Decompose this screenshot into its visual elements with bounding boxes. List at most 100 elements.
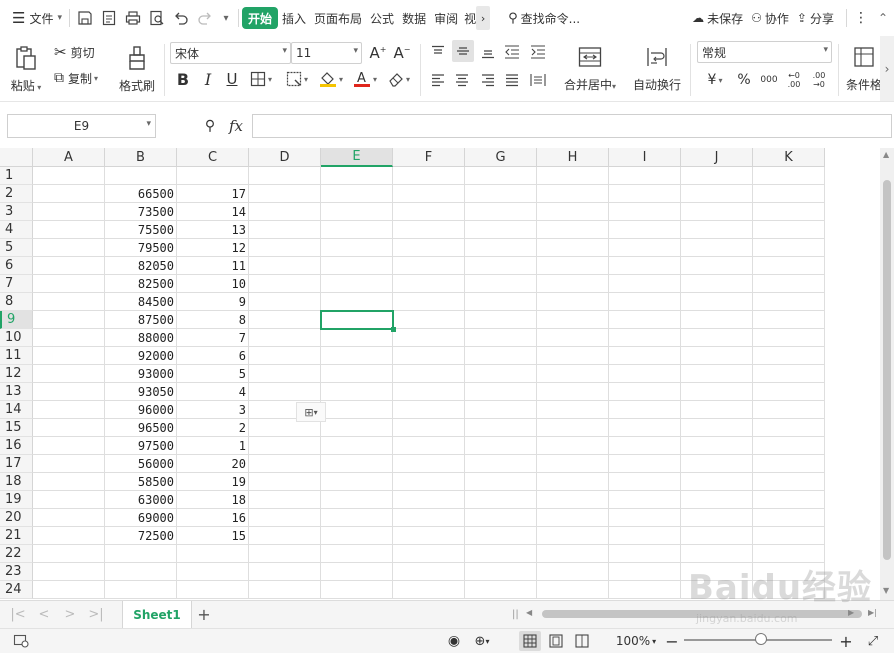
cell-b3[interactable]: 73500 <box>105 203 177 221</box>
fill-color-button[interactable]: ▾ <box>316 68 346 90</box>
cell-i19[interactable] <box>609 491 681 509</box>
insert-function-button[interactable]: fx <box>224 116 248 136</box>
cell-e10[interactable] <box>321 329 393 347</box>
spreadsheet-grid[interactable]: A B C D E F G H I J K 1 2 66500 17 3 73500 14 4 75500 13 5 795… <box>0 148 880 600</box>
cell-d22[interactable] <box>249 545 321 563</box>
next-sheet-button[interactable]: > <box>60 605 80 623</box>
cell-i23[interactable] <box>609 563 681 581</box>
decrease-indent-button[interactable] <box>502 42 522 62</box>
cell-d18[interactable] <box>249 473 321 491</box>
page-break-view-button[interactable] <box>571 631 593 651</box>
cell-i20[interactable] <box>609 509 681 527</box>
row-header-18[interactable]: 18 <box>0 473 33 491</box>
cell-d21[interactable] <box>249 527 321 545</box>
column-header-i[interactable]: I <box>609 148 681 167</box>
cell-j21[interactable] <box>681 527 753 545</box>
cell-d6[interactable] <box>249 257 321 275</box>
column-header-a[interactable]: A <box>33 148 105 167</box>
cell-a4[interactable] <box>33 221 105 239</box>
cell-f7[interactable] <box>393 275 465 293</box>
cell-c17[interactable]: 20 <box>177 455 249 473</box>
cell-j4[interactable] <box>681 221 753 239</box>
cell-f2[interactable] <box>393 185 465 203</box>
cell-d19[interactable] <box>249 491 321 509</box>
cell-b2[interactable]: 66500 <box>105 185 177 203</box>
cell-a20[interactable] <box>33 509 105 527</box>
cell-a11[interactable] <box>33 347 105 365</box>
cell-j15[interactable] <box>681 419 753 437</box>
cell-k6[interactable] <box>753 257 825 275</box>
cell-k20[interactable] <box>753 509 825 527</box>
cell-d24[interactable] <box>249 581 321 599</box>
increase-font-button[interactable]: A+ <box>368 42 388 64</box>
cell-a15[interactable] <box>33 419 105 437</box>
last-sheet-button[interactable]: >| <box>86 605 106 623</box>
cell-d20[interactable] <box>249 509 321 527</box>
cell-c19[interactable]: 18 <box>177 491 249 509</box>
cell-f8[interactable] <box>393 293 465 311</box>
print-preview-icon[interactable] <box>145 6 169 30</box>
cell-e20[interactable] <box>321 509 393 527</box>
cell-f10[interactable] <box>393 329 465 347</box>
cell-g20[interactable] <box>465 509 537 527</box>
font-color-button[interactable]: A ▾ <box>350 68 380 90</box>
cell-style-button[interactable]: ▾ <box>282 68 312 90</box>
formula-input[interactable] <box>252 114 892 138</box>
cell-i15[interactable] <box>609 419 681 437</box>
cell-h15[interactable] <box>537 419 609 437</box>
cell-b1[interactable] <box>105 167 177 185</box>
cell-c24[interactable] <box>177 581 249 599</box>
cell-b18[interactable]: 58500 <box>105 473 177 491</box>
cell-a12[interactable] <box>33 365 105 383</box>
tab-view[interactable]: 视 <box>462 5 476 31</box>
cell-h7[interactable] <box>537 275 609 293</box>
cell-a19[interactable] <box>33 491 105 509</box>
format-painter-button[interactable]: 格式刷 <box>116 40 158 98</box>
cell-i21[interactable] <box>609 527 681 545</box>
distribute-button[interactable] <box>528 70 548 90</box>
cell-h17[interactable] <box>537 455 609 473</box>
cell-h4[interactable] <box>537 221 609 239</box>
row-header-7[interactable]: 7 <box>0 275 33 293</box>
cell-e11[interactable] <box>321 347 393 365</box>
cell-i18[interactable] <box>609 473 681 491</box>
cell-g23[interactable] <box>465 563 537 581</box>
cell-g14[interactable] <box>465 401 537 419</box>
row-header-9[interactable]: 9 <box>0 311 33 329</box>
cell-h19[interactable] <box>537 491 609 509</box>
cell-h6[interactable] <box>537 257 609 275</box>
cell-b19[interactable]: 63000 <box>105 491 177 509</box>
cell-b22[interactable] <box>105 545 177 563</box>
cell-a21[interactable] <box>33 527 105 545</box>
cell-b10[interactable]: 88000 <box>105 329 177 347</box>
row-header-19[interactable]: 19 <box>0 491 33 509</box>
tab-data[interactable]: 数据 <box>398 5 430 31</box>
cell-j9[interactable] <box>681 311 753 329</box>
cell-a17[interactable] <box>33 455 105 473</box>
cell-e6[interactable] <box>321 257 393 275</box>
vertical-scrollbar[interactable]: ▲ ▼ <box>880 148 894 600</box>
align-right-button[interactable] <box>478 70 498 90</box>
row-header-21[interactable]: 21 <box>0 527 33 545</box>
decrease-font-button[interactable]: A− <box>392 42 412 64</box>
cell-b11[interactable]: 92000 <box>105 347 177 365</box>
reading-mode-button[interactable]: ⊕ ▾ <box>467 631 497 651</box>
cell-k9[interactable] <box>753 311 825 329</box>
cell-b4[interactable]: 75500 <box>105 221 177 239</box>
command-search[interactable]: ⚲ 查找命令... <box>504 5 584 31</box>
conditional-format-button[interactable]: 条件格 <box>846 40 882 98</box>
align-top-button[interactable] <box>428 42 448 62</box>
cell-d5[interactable] <box>249 239 321 257</box>
cell-c11[interactable]: 6 <box>177 347 249 365</box>
cell-d7[interactable] <box>249 275 321 293</box>
cell-g11[interactable] <box>465 347 537 365</box>
cell-g13[interactable] <box>465 383 537 401</box>
cell-h22[interactable] <box>537 545 609 563</box>
cell-j11[interactable] <box>681 347 753 365</box>
cell-g17[interactable] <box>465 455 537 473</box>
cell-i8[interactable] <box>609 293 681 311</box>
cell-b5[interactable]: 79500 <box>105 239 177 257</box>
align-left-button[interactable] <box>428 70 448 90</box>
cell-k2[interactable] <box>753 185 825 203</box>
cell-d9[interactable] <box>249 311 321 329</box>
